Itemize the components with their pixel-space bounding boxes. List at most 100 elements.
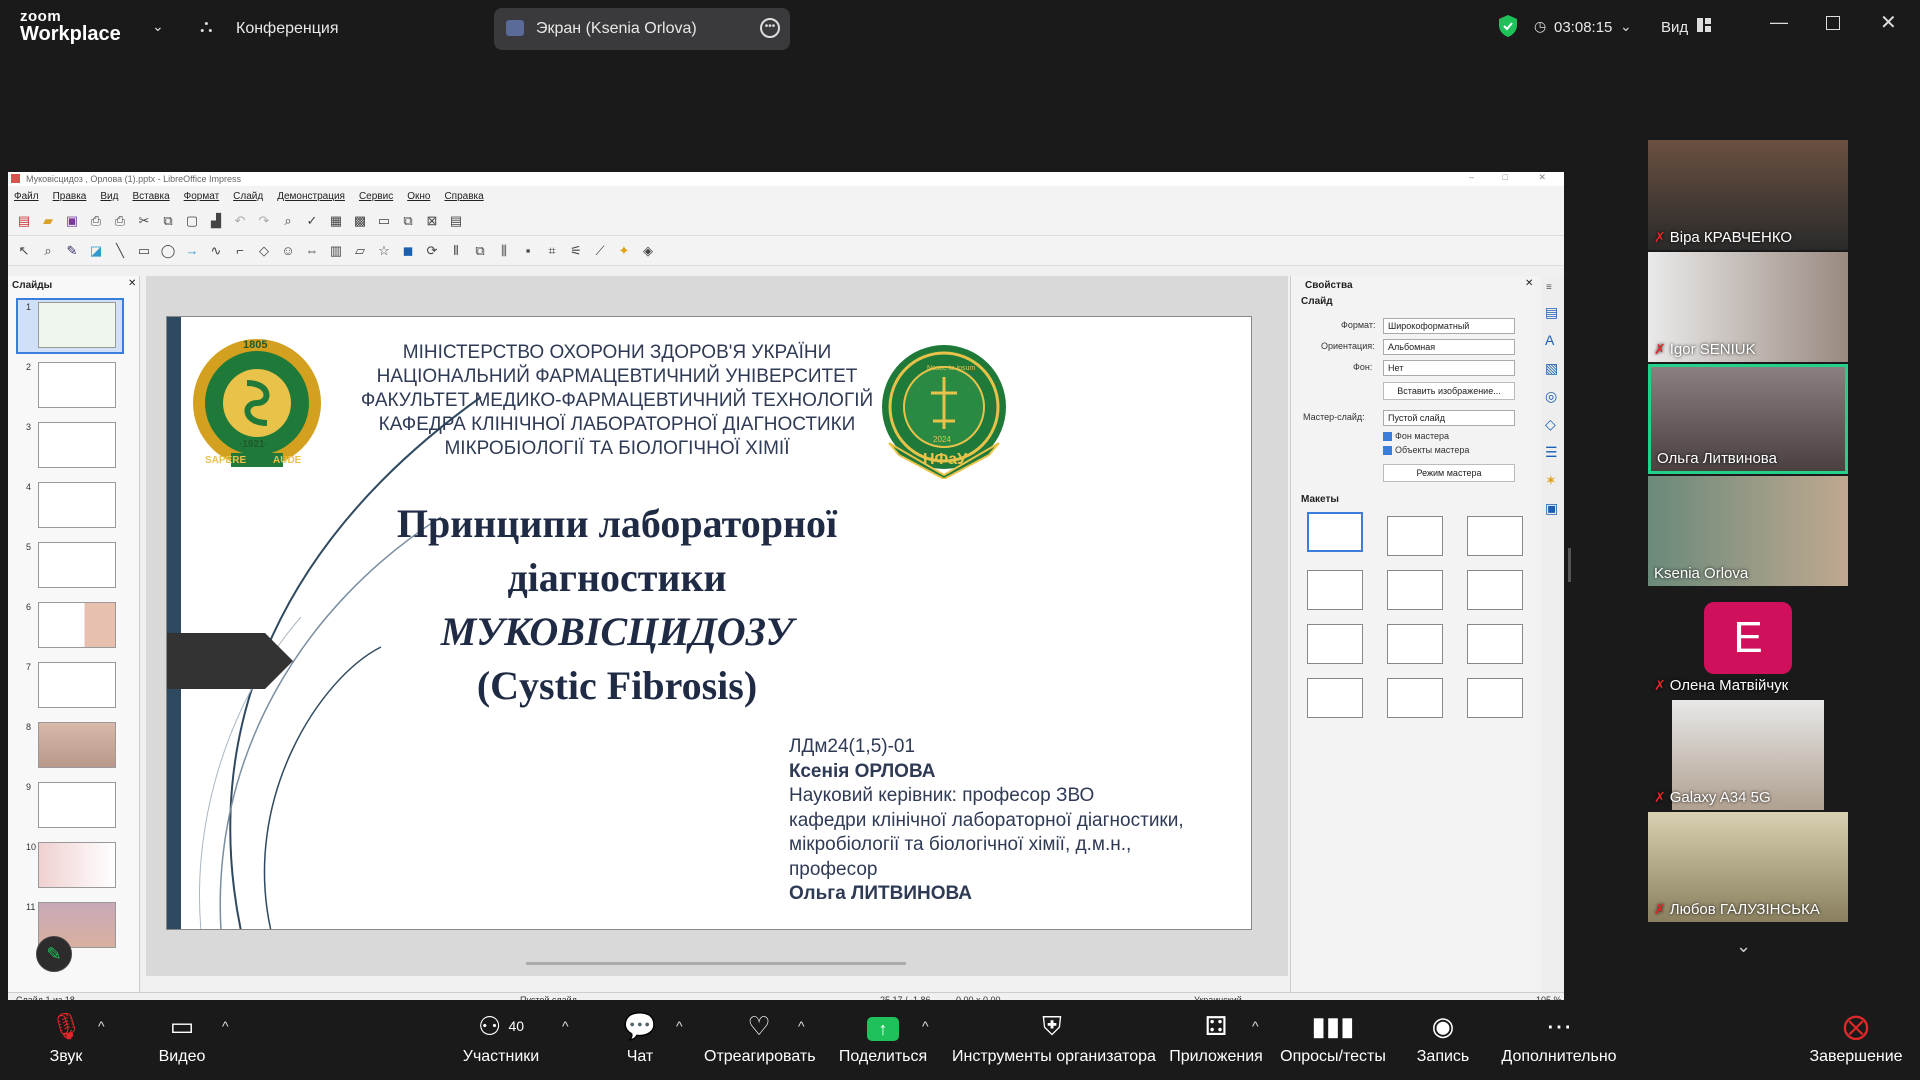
properties-deck-icon[interactable]: ▤ [1545,304,1558,321]
navigator-deck-icon[interactable]: ◎ [1545,388,1557,405]
3d-objects-icon[interactable]: ◼ [398,241,418,261]
layout-title-two-rows[interactable] [1307,678,1363,718]
select-icon[interactable]: ↖ [14,241,34,261]
display-grid-icon[interactable]: ▦ [326,211,346,231]
participants-button[interactable]: ⚇ 40 Участники [456,1010,546,1066]
rotate-icon[interactable]: ⟳ [422,241,442,261]
timer-chevron-icon[interactable]: ⌄ [1620,18,1632,35]
basic-shapes-icon[interactable]: ◇ [254,241,274,261]
points-icon[interactable]: ⟋ [590,241,610,261]
paste-icon[interactable]: ▢ [182,211,202,231]
shapes-deck-icon[interactable]: ◇ [1545,416,1556,433]
participant-tile[interactable]: Ksenia Orlova [1648,476,1848,586]
connector-icon[interactable]: ⌐ [230,241,250,261]
toggle-extrusion-icon[interactable]: ◈ [638,241,658,261]
chat-button[interactable]: 💬 Чат [620,1010,660,1066]
clone-format-icon[interactable]: ▟ [206,211,226,231]
slide-thumbnail[interactable] [38,662,116,708]
display-views-icon[interactable]: ▭ [374,211,394,231]
spellcheck-icon[interactable]: ✓ [302,211,322,231]
lo-close-icon[interactable]: ✕ [1538,172,1546,183]
shield-icon[interactable] [1498,14,1518,38]
audio-button[interactable]: 🎙 Звук [42,1010,90,1066]
view-button[interactable]: Вид [1661,19,1688,36]
panel-resize-handle[interactable] [1568,548,1571,582]
orientation-select[interactable]: Альбомная [1383,339,1515,355]
menu-help[interactable]: Справка [444,191,483,202]
align-icon[interactable]: ⫴ [446,241,466,261]
lo-maximize-icon[interactable]: □ [1503,172,1508,182]
props-close-icon[interactable]: ✕ [1525,278,1533,289]
menu-window[interactable]: Окно [407,191,430,202]
horizontal-scrollbar[interactable] [526,962,906,965]
slide-transition-icon[interactable]: ☰ [1545,444,1558,461]
snap-grid-icon[interactable]: ▩ [350,211,370,231]
print-icon[interactable]: ⎙ [110,211,130,231]
layout-four-content[interactable] [1387,678,1443,718]
restore-icon[interactable] [1826,16,1840,30]
checkbox-master-objects[interactable] [1383,446,1392,455]
insert-image-button[interactable]: Вставить изображение... [1383,382,1515,400]
background-select[interactable]: Нет [1383,360,1515,376]
master-slides-icon[interactable]: ▣ [1545,500,1558,517]
meeting-label[interactable]: Конференция [236,20,339,38]
layout-title-content[interactable] [1467,516,1523,556]
save-icon[interactable]: ▣ [62,211,82,231]
line-color-icon[interactable]: ✎ [62,241,82,261]
share-caret-icon[interactable]: ^ [922,1018,929,1034]
menu-edit[interactable]: Правка [53,191,87,202]
apps-caret-icon[interactable]: ^ [1252,1018,1259,1034]
deck-menu-icon[interactable]: ≡ [1546,282,1552,293]
block-arrows-icon[interactable]: ⇔ [302,241,322,261]
chat-caret-icon[interactable]: ^ [676,1018,683,1034]
section-slide-label[interactable]: Слайд [1301,296,1333,307]
slide-layout-icon[interactable]: ▤ [446,211,466,231]
ellipse-icon[interactable]: ◯ [158,241,178,261]
end-button[interactable]: ⨂ Завершение [1808,1010,1904,1066]
minimize-icon[interactable]: — [1770,12,1788,33]
annotate-pencil-icon[interactable]: ✎ [36,936,72,972]
layout-content-two[interactable] [1307,624,1363,664]
slide-thumbnail[interactable] [38,842,116,888]
polls-button[interactable]: ▮▮▮ Опросы/тесты [1280,1010,1386,1066]
audio-caret-icon[interactable]: ^ [98,1018,105,1034]
master-mode-button[interactable]: Режим мастера [1383,464,1515,482]
participant-tile-active[interactable]: Ольга Литвинова [1648,364,1848,474]
lo-minimize-icon[interactable]: – [1469,172,1474,182]
zoom-icon[interactable]: ⌕ [38,241,58,261]
participant-tile[interactable]: E ✗ Олена Матвійчук [1648,588,1848,698]
new-slide-icon[interactable]: ⧉ [398,211,418,231]
apps-button[interactable]: ⚃ Приложения [1168,1010,1264,1066]
host-tools-button[interactable]: ⛨ Инструменты организатора [952,1010,1156,1066]
view-grid-icon[interactable] [1697,18,1711,32]
react-caret-icon[interactable]: ^ [798,1018,805,1034]
slide-thumbnail[interactable] [38,482,116,528]
delete-slide-icon[interactable]: ⊠ [422,211,442,231]
menu-file[interactable]: Файл [14,191,39,202]
stars-icon[interactable]: ☆ [374,241,394,261]
fill-color-icon[interactable]: ◪ [86,241,106,261]
menu-slideshow[interactable]: Демонстрация [277,191,345,202]
find-icon[interactable]: ⌕ [278,211,298,231]
checkbox-master-bg[interactable] [1383,432,1392,441]
slide-thumbnail[interactable] [38,722,116,768]
slide-thumbnail[interactable] [38,422,116,468]
layout-six-content[interactable] [1467,678,1523,718]
gallery-deck-icon[interactable]: ▧ [1545,360,1558,377]
participants-caret-icon[interactable]: ^ [562,1018,569,1034]
layout-title-only[interactable] [1387,516,1443,556]
slide-thumbnail[interactable] [38,602,116,648]
copy-icon[interactable]: ⧉ [158,211,178,231]
redo-icon[interactable]: ↷ [254,211,274,231]
arrange-icon[interactable]: ⧉ [470,241,490,261]
distribute-icon[interactable]: ⫼ [494,241,514,261]
slide-thumbnail[interactable] [38,362,116,408]
cut-icon[interactable]: ✂ [134,211,154,231]
video-button[interactable]: ▭ Видео [156,1010,208,1066]
participant-tile[interactable]: ✗ Igor SENIUK [1648,252,1848,362]
menu-tools[interactable]: Сервис [359,191,393,202]
chevron-down-icon[interactable]: ⌄ [152,18,164,35]
layout-centered-text[interactable] [1467,570,1523,610]
layout-blank[interactable] [1307,512,1363,552]
rectangle-icon[interactable]: ▭ [134,241,154,261]
